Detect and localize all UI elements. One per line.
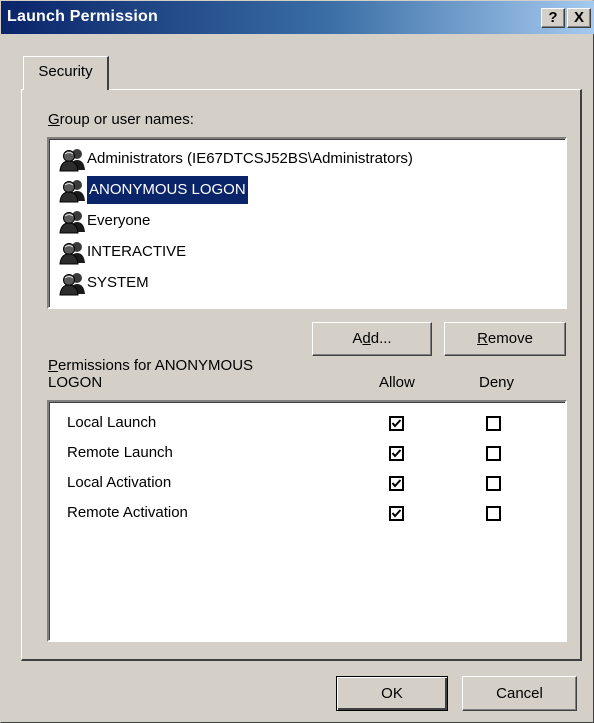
user-group-icon: [57, 210, 87, 234]
permission-name: Local Launch: [67, 414, 157, 431]
user-group-icon: [57, 179, 87, 203]
allow-checkbox[interactable]: [389, 506, 404, 521]
permission-name: Remote Activation: [67, 504, 188, 521]
permission-row: Remote Activation: [67, 500, 547, 530]
ok-button[interactable]: OK: [336, 676, 448, 711]
user-list-item[interactable]: ANONYMOUS LOGON: [53, 176, 457, 204]
user-name-label: SYSTEM: [87, 274, 149, 291]
user-name-label: ANONYMOUS LOGON: [87, 176, 248, 204]
deny-checkbox[interactable]: [486, 446, 501, 461]
window-title: Launch Permission: [7, 8, 158, 25]
user-name-label: Administrators (IE67DTCSJ52BS\Administra…: [87, 150, 413, 167]
permissions-header: Permissions for ANONYMOUS LOGON: [48, 357, 254, 391]
deny-checkbox[interactable]: [486, 476, 501, 491]
close-button[interactable]: X: [567, 8, 591, 28]
permission-row: Local Launch: [67, 410, 547, 440]
permission-row: Local Activation: [67, 470, 547, 500]
cancel-button[interactable]: Cancel: [462, 676, 577, 711]
user-name-label: INTERACTIVE: [87, 243, 187, 260]
deny-checkbox[interactable]: [486, 506, 501, 521]
group-user-list[interactable]: Administrators (IE67DTCSJ52BS\Administra…: [47, 137, 567, 309]
user-list-item[interactable]: INTERACTIVE: [53, 238, 457, 266]
user-name-label: Everyone: [87, 212, 151, 229]
permissions-list: Local Launch Remote Launch Local Activatio…: [47, 400, 567, 642]
user-list-item[interactable]: SYSTEM: [53, 269, 457, 297]
user-list-item[interactable]: Administrators (IE67DTCSJ52BS\Administra…: [53, 145, 457, 173]
permission-name: Remote Launch: [67, 444, 173, 461]
remove-button[interactable]: Remove: [444, 322, 566, 356]
tab-security[interactable]: Security: [23, 56, 109, 90]
help-button[interactable]: ?: [541, 8, 565, 28]
allow-checkbox[interactable]: [389, 446, 404, 461]
title-bar[interactable]: Launch Permission ? X: [1, 1, 594, 34]
deny-checkbox[interactable]: [486, 416, 501, 431]
group-or-user-names-label: Group or user names:: [48, 111, 194, 128]
permission-name: Local Activation: [67, 474, 172, 491]
deny-column-header: Deny: [479, 374, 515, 391]
allow-checkbox[interactable]: [389, 476, 404, 491]
user-list-item[interactable]: Everyone: [53, 207, 457, 235]
user-group-icon: [57, 241, 87, 265]
tab-security-label: Security: [38, 63, 93, 80]
allow-checkbox[interactable]: [389, 416, 404, 431]
user-group-icon: [57, 272, 87, 296]
allow-column-header: Allow: [379, 374, 415, 391]
user-group-icon: [57, 148, 87, 172]
permission-row: Remote Launch: [67, 440, 547, 470]
dialog-window: Launch Permission ? X Security Group or …: [0, 0, 594, 723]
add-button[interactable]: Add...: [312, 322, 432, 356]
